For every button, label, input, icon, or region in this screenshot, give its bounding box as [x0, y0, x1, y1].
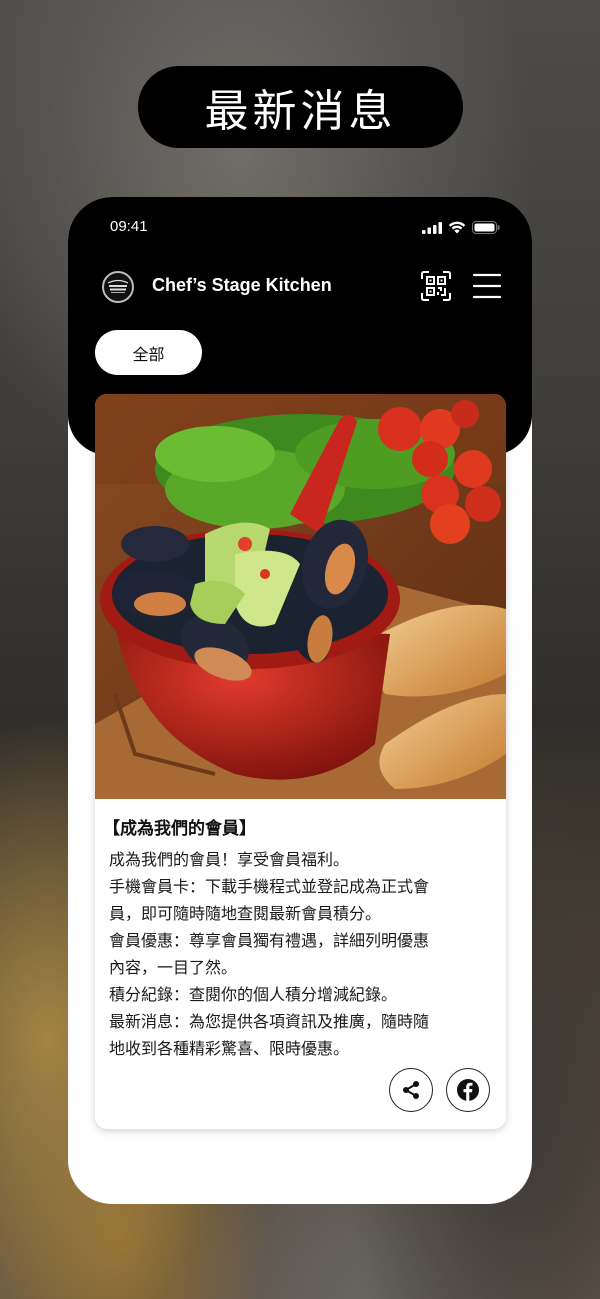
share-button[interactable] — [389, 1068, 433, 1112]
phone-frame: 09:41 Chef’s Stage Kitchen 全部 【成為我們的會員】 … — [68, 197, 532, 1204]
news-card[interactable]: 【成為我們的會員】 成為我們的會員！享受會員福利。 手機會員卡：下載手機程式並登… — [95, 394, 506, 1129]
facebook-icon — [457, 1079, 479, 1101]
share-icon — [403, 1081, 419, 1099]
hamburger-menu-icon[interactable] — [472, 272, 502, 300]
restaurant-logo-icon[interactable] — [102, 271, 134, 303]
card-text: 成為我們的會員！享受會員福利。 手機會員卡：下載手機程式並登記成為正式會 員，即… — [109, 850, 430, 1058]
status-time: 09:41 — [110, 218, 148, 235]
qr-code-icon[interactable] — [421, 271, 451, 301]
card-body: 【成為我們的會員】 成為我們的會員！享受會員福利。 手機會員卡：下載手機程式並登… — [103, 814, 494, 1062]
app-title: Chef’s Stage Kitchen — [152, 275, 332, 295]
battery-icon — [472, 221, 500, 234]
page-headline: 最新消息 — [138, 66, 463, 148]
card-actions — [389, 1068, 490, 1112]
wifi-icon — [448, 221, 466, 234]
status-bar: 09:41 — [68, 197, 532, 257]
signal-icon — [422, 221, 442, 234]
mussels-dish-image — [95, 394, 506, 799]
app-header: Chef’s Stage Kitchen — [68, 263, 532, 311]
card-title: 【成為我們的會員】 — [103, 819, 256, 839]
filter-chip-all[interactable]: 全部 — [95, 330, 202, 375]
facebook-button[interactable] — [446, 1068, 490, 1112]
status-icons — [422, 221, 500, 234]
